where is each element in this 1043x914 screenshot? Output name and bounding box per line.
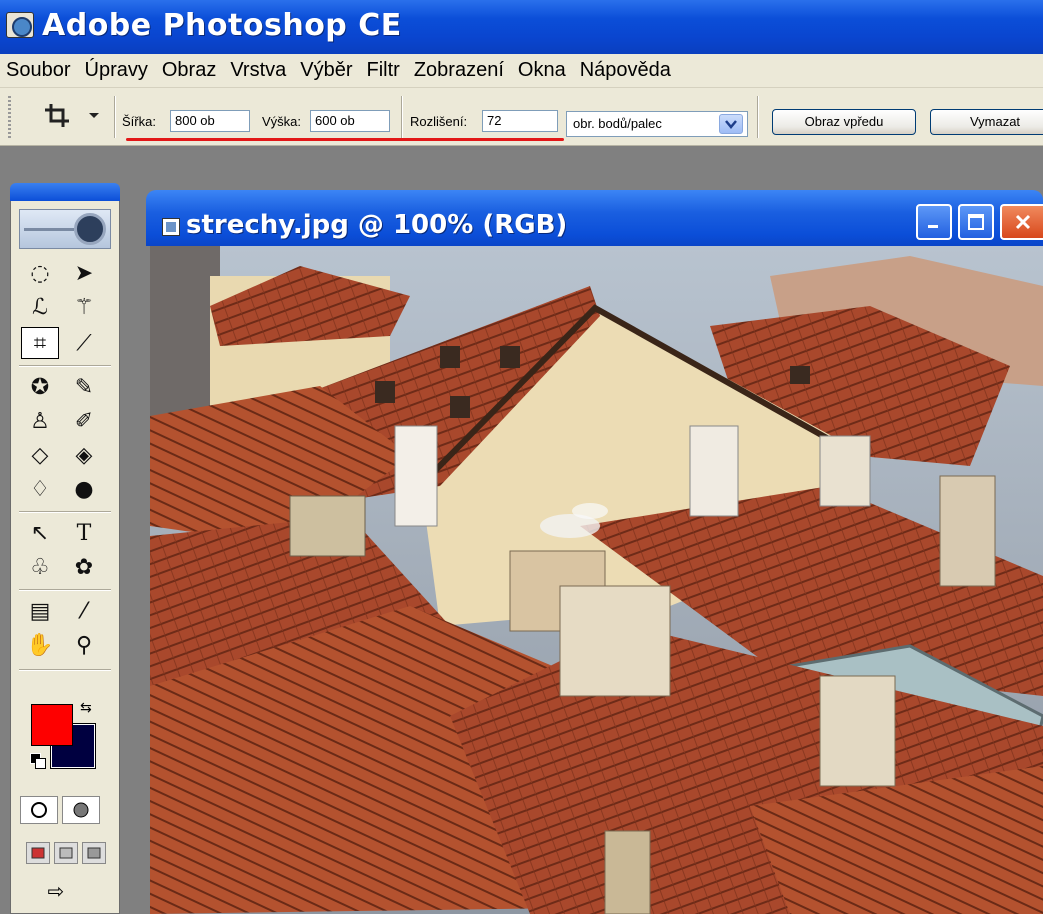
jump-to-imageready-icon[interactable]: ⇨ (26, 876, 86, 906)
menu-soubor[interactable]: Soubor (6, 59, 71, 82)
pen-tool-icon[interactable]: ♧ (21, 551, 59, 583)
app-title: Adobe Photoshop CE (42, 8, 402, 43)
dodge-tool-icon[interactable]: ● (65, 473, 103, 505)
eraser-tool-icon[interactable]: ◇ (21, 439, 59, 471)
type-tool-icon[interactable]: T (65, 517, 103, 549)
menu-napoveda[interactable]: Nápověda (580, 59, 671, 82)
blur-tool-icon[interactable]: ♢ (21, 473, 59, 505)
close-icon (1015, 214, 1030, 230)
red-highlight-underline (126, 138, 564, 141)
full-screen-menu-mode-button[interactable] (54, 842, 78, 864)
close-button[interactable] (1000, 204, 1043, 240)
menu-vrstva[interactable]: Vrstva (230, 59, 286, 82)
document-title-bar[interactable]: strechy.jpg @ 100% (RGB) (146, 190, 1043, 246)
toolbox-divider (19, 589, 111, 591)
photoshop-eye-logo[interactable] (19, 209, 111, 249)
width-field[interactable]: 800 ob (170, 110, 250, 132)
notes-tool-icon[interactable]: ▤ (21, 595, 59, 627)
menu-bar: Soubor Úpravy Obraz Vrstva Výběr Filtr Z… (0, 54, 1043, 88)
height-label: Výška: (262, 114, 302, 129)
brush-tool-icon[interactable]: ✎ (65, 371, 103, 403)
document-icon (162, 218, 180, 236)
resolution-label: Rozlišení: (410, 114, 468, 129)
menu-okna[interactable]: Okna (518, 59, 566, 82)
height-field[interactable]: 600 ob (310, 110, 390, 132)
paint-bucket-tool-icon[interactable]: ◈ (65, 439, 103, 471)
tool-preset-picker[interactable] (36, 98, 106, 134)
standard-mode-button[interactable] (20, 796, 58, 824)
healing-brush-tool-icon[interactable]: ✪ (21, 371, 59, 403)
history-brush-tool-icon[interactable]: ✐ (65, 405, 103, 437)
resolution-field[interactable]: 72 (482, 110, 558, 132)
chevron-down-icon[interactable] (719, 114, 743, 134)
custom-shape-tool-icon[interactable]: ✿ (65, 551, 103, 583)
eyedropper-tool-icon[interactable]: ⁄ (65, 595, 103, 627)
options-separator (114, 96, 116, 138)
maximize-button[interactable] (958, 204, 994, 240)
default-colors-icon[interactable] (30, 753, 46, 769)
menu-upravy[interactable]: Úpravy (85, 59, 148, 82)
app-title-bar: Adobe Photoshop CE (0, 0, 1043, 54)
menu-zobrazeni[interactable]: Zobrazení (414, 59, 504, 82)
options-separator (401, 96, 403, 138)
marquee-tool-icon[interactable]: ◌ (21, 257, 59, 289)
toolbox-divider (19, 511, 111, 513)
standard-screen-mode-button[interactable] (26, 842, 50, 864)
crop-tool-icon[interactable]: ⌗ (21, 327, 59, 359)
foreground-color-swatch[interactable] (31, 704, 73, 746)
menu-filtr[interactable]: Filtr (367, 59, 400, 82)
menu-obraz[interactable]: Obraz (162, 59, 216, 82)
lasso-tool-icon[interactable]: ℒ (21, 291, 59, 323)
toolbox-divider (19, 365, 111, 367)
magic-wand-tool-icon[interactable]: ⚚ (65, 291, 103, 323)
quick-mask-mode-button[interactable] (62, 796, 100, 824)
full-screen-mode-button[interactable] (82, 842, 106, 864)
path-selection-tool-icon[interactable]: ↖ (21, 517, 59, 549)
maximize-icon (968, 214, 984, 230)
clone-stamp-tool-icon[interactable]: ♙ (21, 405, 59, 437)
width-label: Šířka: (122, 114, 156, 129)
rooftops-photo (150, 246, 1043, 914)
menu-vyber[interactable]: Výběr (300, 59, 352, 82)
hand-tool-icon[interactable]: ✋ (21, 629, 59, 661)
move-tool-icon[interactable]: ➤ (65, 257, 103, 289)
document-window: strechy.jpg @ 100% (RGB) (146, 190, 1043, 914)
toolbox-title-bar[interactable] (10, 183, 120, 201)
minimize-icon (928, 225, 938, 228)
document-title: strechy.jpg @ 100% (RGB) (186, 210, 568, 240)
front-image-button[interactable]: Obraz vpředu (772, 109, 916, 135)
photoshop-app-icon[interactable] (6, 12, 34, 38)
swap-colors-icon[interactable]: ⇆ (80, 700, 92, 716)
toolbox-divider (19, 669, 111, 671)
clear-button[interactable]: Vymazat (930, 109, 1043, 135)
image-canvas[interactable] (150, 246, 1043, 914)
crop-icon (45, 104, 99, 127)
minimize-button[interactable] (916, 204, 952, 240)
options-separator (757, 96, 759, 138)
slice-tool-icon[interactable]: ⟋ (65, 327, 103, 359)
options-bar-grip[interactable] (8, 96, 11, 138)
zoom-tool-icon[interactable]: ⚲ (65, 629, 103, 661)
